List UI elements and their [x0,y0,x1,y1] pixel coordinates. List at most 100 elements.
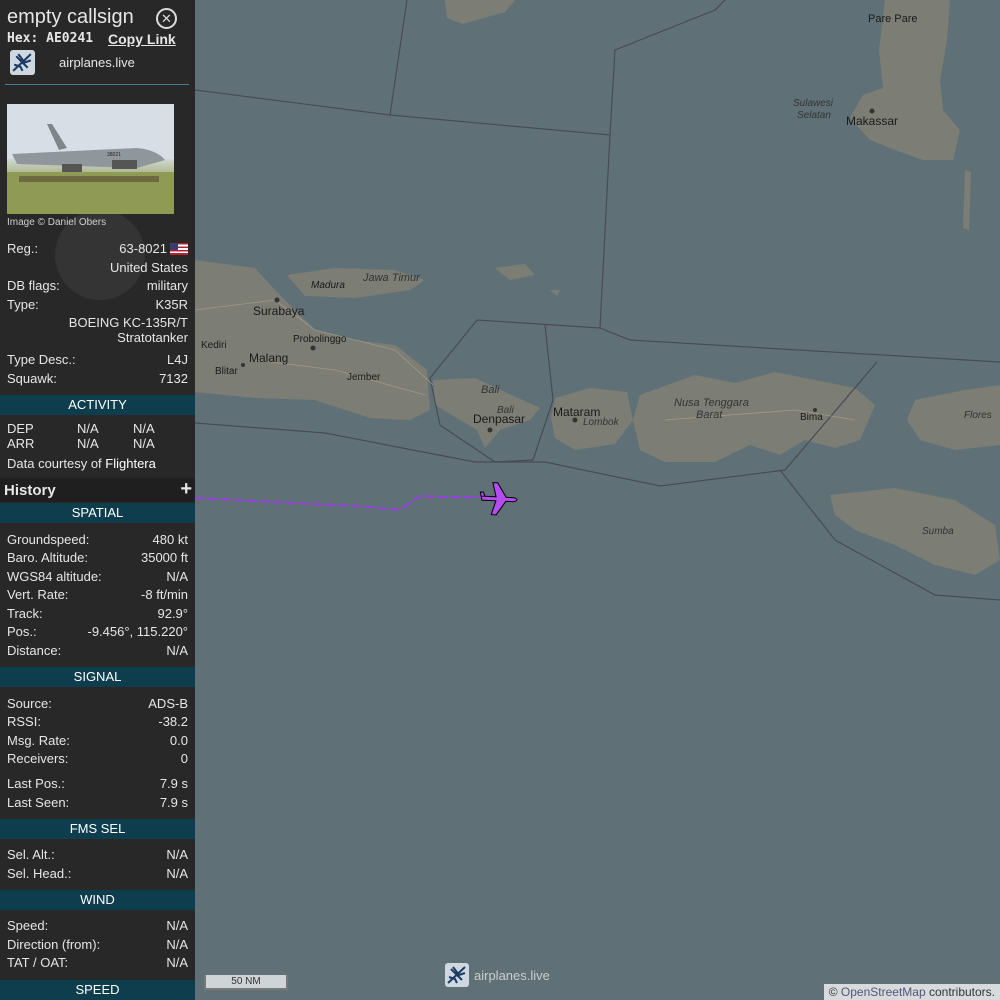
tat-oat-row: TAT / OAT: N/A [7,955,188,970]
db-flags-row: DB flags: military [7,278,188,293]
wind-section-header: WIND [0,890,195,910]
sel-head-value: N/A [166,866,188,881]
site-link[interactable]: airplanes.live [10,50,190,76]
speed-section-header: SPEED [0,980,195,1000]
data-courtesy: Data courtesy of Flightera [7,456,156,471]
copy-link-button[interactable]: Copy Link [108,31,176,47]
msg-rate-row: Msg. Rate: 0.0 [7,733,188,748]
label-jawa-timur: Jawa Timur [362,272,421,284]
squawk-label: Squawk: [7,371,57,386]
wind-speed-label: Speed: [7,918,49,933]
history-title: History [4,482,56,499]
last-seen-value: 7.9 s [159,795,188,810]
reg-label: Reg.: [7,241,39,256]
type-label: Type: [7,297,39,312]
fms-section-header: FMS SEL [0,819,195,839]
label-makassar: Makassar [846,114,898,128]
source-value: ADS-B [148,696,188,711]
aircraft-photo[interactable]: 38021 [7,104,174,214]
arr-label: ARR [7,436,35,451]
close-button[interactable]: ✕ [156,8,177,29]
sel-alt-label: Sel. Alt.: [7,847,55,862]
hex-label: Hex: [7,31,39,46]
sel-head-row: Sel. Head.: N/A [7,866,188,881]
label-surabaya: Surabaya [253,304,305,318]
label-flores: Flores [964,410,992,421]
position-row: Pos.: -9.456°, 115.220° [7,624,188,639]
label-bali-region: Bali [481,384,500,396]
last-seen-label: Last Seen: [7,795,70,810]
history-expand-icon[interactable]: + [180,478,192,501]
msg-rate-label: Msg. Rate: [7,733,70,748]
attribution-prefix: © [828,985,838,999]
wind-direction-label: Direction (from): [7,937,101,952]
flightera-link[interactable]: Flightera [105,456,156,471]
reg-value[interactable]: 63-8021 [119,241,167,256]
last-pos-label: Last Pos.: [7,776,65,791]
rssi-row: RSSI: -38.2 [7,714,188,729]
label-probolinggo: Probolinggo [293,334,347,345]
history-header[interactable]: History + [0,478,195,502]
baro-altitude-unit: ft [180,550,188,565]
label-blitar: Blitar [215,366,238,377]
map-attribution: © OpenStreetMap contributors. [823,984,1000,1000]
label-sulawesi-1: Sulawesi [793,98,834,109]
last-seen-row: Last Seen: 7.9 s [7,795,188,810]
last-pos-row: Last Pos.: 7.9 s [7,776,188,791]
groundspeed-label: Groundspeed: [7,532,90,547]
wgs84-altitude-label: WGS84 altitude: [7,569,102,584]
attribution-link[interactable]: OpenStreetMap [841,985,926,999]
dep-label: DEP [7,421,34,436]
position-label: Pos.: [7,624,37,639]
wind-speed-value: N/A [166,918,188,933]
close-icon: ✕ [161,11,172,26]
map-brand-label: airplanes.live [474,967,550,983]
rssi-value: -38.2 [158,714,188,729]
label-kediri: Kediri [201,340,227,351]
distance-value: N/A [166,643,188,658]
dep-value-1: N/A [77,421,99,436]
label-malang: Malang [249,351,288,365]
label-sulawesi-2: Selatan [797,110,831,121]
label-pare-pare: Pare Pare [868,13,918,25]
receivers-label: Receivers: [7,751,69,766]
label-madura: Madura [311,280,345,291]
type-name-2: Stratotanker [117,330,188,345]
sel-alt-value: N/A [166,847,188,862]
plane-logo-icon [10,50,35,75]
groundspeed-unit: kt [177,532,188,547]
squawk-row: Squawk: 7132 [7,371,188,386]
wind-direction-row: Direction (from): N/A [7,937,188,952]
country-row: United States [7,260,188,275]
dep-value-2: N/A [133,421,155,436]
label-sumba: Sumba [922,526,954,537]
map-brand[interactable]: airplanes.live [445,963,550,987]
map-canvas[interactable]: Pare Pare Sulawesi Selatan Makassar Madu… [195,0,1000,1000]
aircraft-info-panel: empty callsign ✕ Hex: AE0241 Copy Link a… [0,0,195,1000]
wind-direction-value: N/A [166,937,188,952]
courtesy-prefix: Data courtesy of [7,456,102,471]
vert-rate-value: -8 [141,587,153,602]
plane-logo-icon [445,963,469,987]
activity-section-header: ACTIVITY [0,395,195,415]
map-view[interactable]: Pare Pare Sulawesi Selatan Makassar Madu… [195,0,1000,1000]
scale-bar: 50 NM [204,975,288,990]
vert-rate-label: Vert. Rate: [7,587,69,602]
tail-number: 38021 [107,152,121,158]
site-label: airplanes.live [59,55,135,70]
label-lombok: Lombok [583,417,620,428]
spatial-section-header: SPATIAL [0,503,195,523]
tat-oat-value: N/A [166,955,188,970]
source-row: Source: ADS-B [7,696,188,711]
groundspeed-value: 480 [152,532,175,547]
reg-row: Reg.: 63-8021 [7,241,188,256]
sel-alt-row: Sel. Alt.: N/A [7,847,188,862]
label-ntb-2: Barat [696,409,723,421]
track-value: 92.9° [157,606,188,621]
signal-section-header: SIGNAL [0,667,195,687]
distance-row: Distance: N/A [7,643,188,658]
db-flags-label: DB flags: [7,278,60,293]
wgs84-altitude-value: N/A [166,569,188,584]
rssi-label: RSSI: [7,714,41,729]
type-value: K35R [155,297,188,312]
